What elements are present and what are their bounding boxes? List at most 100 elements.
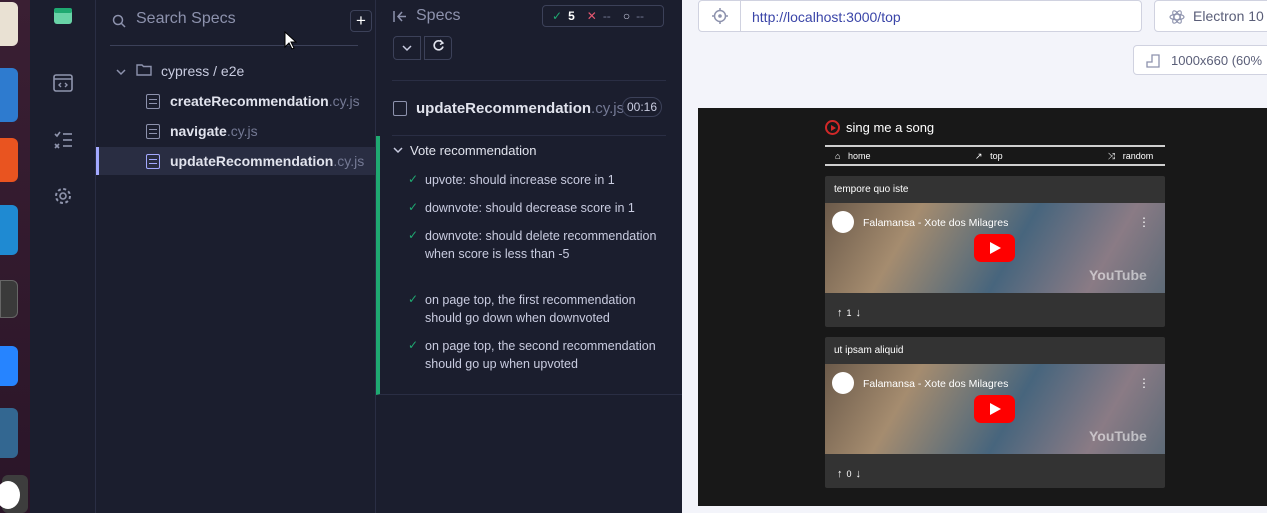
vscode-icon[interactable]: [0, 205, 18, 255]
passed-count: 5: [568, 9, 575, 23]
youtube-embed[interactable]: Falamansa - Xote dos Milagres ⋮ YouTube: [825, 203, 1165, 293]
active-indicator: [96, 147, 99, 175]
folder-icon: [136, 63, 152, 79]
recommendation-title: ut ipsam aliquid: [834, 345, 904, 356]
spec-file-ext: .cy.js: [328, 93, 360, 109]
software-center-icon[interactable]: [0, 138, 18, 182]
url-bar[interactable]: http://localhost:3000/top: [698, 0, 1142, 32]
logo-text: sing me a song: [846, 120, 935, 135]
spec-file-name: navigate: [170, 123, 227, 139]
more-options-icon[interactable]: ⋮: [1138, 376, 1150, 390]
spec-file-ext: .cy.js: [226, 123, 258, 139]
channel-avatar: [832, 372, 854, 394]
expand-all-button[interactable]: [393, 36, 421, 60]
run-duration-badge: 00:16: [622, 97, 662, 117]
recommendation-card: tempore quo iste Falamansa - Xote dos Mi…: [825, 176, 1165, 327]
terminal-icon[interactable]: [0, 280, 18, 318]
recommendation-title: tempore quo iste: [834, 184, 909, 195]
add-spec-button[interactable]: +: [350, 10, 372, 32]
nav-top[interactable]: ↗ top: [975, 151, 1003, 162]
nav-home[interactable]: ⌂ home: [835, 151, 870, 161]
suite-block: Vote recommendation ✓ upvote: should inc…: [376, 136, 682, 395]
vote-controls: ↑ 0 ↓: [837, 468, 861, 480]
upvote-arrow-icon[interactable]: ↑: [837, 468, 843, 480]
document-icon: [393, 101, 407, 116]
writer-app-icon[interactable]: [0, 68, 18, 122]
test-item[interactable]: on page top, the second recommendation s…: [425, 337, 665, 373]
app-nav: ⌂ home ↗ top ⤨ random: [825, 145, 1165, 166]
failed-x-icon: ✕: [586, 9, 597, 23]
run-file-title[interactable]: updateRecommendation.cy.js: [416, 100, 624, 117]
score-value: 0: [846, 469, 852, 479]
app-logo[interactable]: sing me a song: [825, 120, 934, 135]
viewport-text: 1000x660 (60%: [1171, 53, 1263, 68]
spec-file-row-active[interactable]: updateRecommendation .cy.js: [96, 147, 376, 175]
document-icon: [146, 123, 160, 139]
viewport-info[interactable]: 1000x660 (60%: [1133, 45, 1267, 75]
url-text: http://localhost:3000/top: [752, 9, 901, 25]
test-item[interactable]: on page top, the first recommendation sh…: [425, 291, 665, 327]
suite-title[interactable]: Vote recommendation: [410, 143, 536, 158]
channel-avatar: [832, 211, 854, 233]
play-circle-icon: [825, 120, 840, 135]
more-options-icon[interactable]: ⋮: [1138, 215, 1150, 229]
sourcetree-icon[interactable]: [0, 346, 18, 386]
files-app-icon[interactable]: [0, 2, 18, 46]
folder-row[interactable]: cypress / e2e: [96, 57, 376, 85]
runs-list-icon[interactable]: [51, 128, 75, 152]
spec-file-row[interactable]: createRecommendation .cy.js: [96, 87, 376, 115]
specs-list-panel: Search Specs + cypress / e2e createRecom…: [96, 0, 376, 513]
upvote-arrow-icon[interactable]: ↑: [837, 307, 843, 319]
spec-file-row[interactable]: navigate .cy.js: [96, 117, 376, 145]
browser-selector[interactable]: Electron 10: [1154, 0, 1267, 32]
chevron-down-icon: [402, 45, 412, 52]
test-stats: ✓ 5 ✕ -- ○ --: [542, 5, 664, 27]
browser-preview: http://localhost:3000/top Electron 10 10…: [682, 0, 1267, 513]
run-header: updateRecommendation.cy.js 00:16: [392, 80, 666, 136]
electron-icon: [1169, 10, 1185, 24]
play-button-icon[interactable]: [974, 395, 1015, 423]
specs-browser-icon[interactable]: [51, 71, 75, 95]
search-specs-field[interactable]: Search Specs +: [110, 4, 372, 46]
play-button-icon[interactable]: [974, 234, 1015, 262]
document-icon: [146, 93, 160, 109]
cypress-nav-rail: [30, 0, 96, 513]
spec-file-name: updateRecommendation: [170, 153, 334, 169]
cypress-logo-icon[interactable]: [51, 4, 75, 28]
vote-controls: ↑ 1 ↓: [837, 307, 861, 319]
cypress-app-icon[interactable]: [0, 475, 28, 513]
pass-check-icon: ✓: [408, 172, 419, 186]
mouse-cursor-icon: [284, 31, 297, 50]
rerun-button[interactable]: [424, 36, 452, 60]
test-item[interactable]: downvote: should decrease score in 1: [425, 199, 665, 217]
test-item[interactable]: downvote: should delete recommendation w…: [425, 227, 665, 263]
specs-collapse-icon[interactable]: [393, 10, 407, 23]
settings-gear-icon[interactable]: [51, 184, 75, 208]
youtube-logo: YouTube: [1089, 428, 1147, 444]
ruler-icon: [1146, 54, 1160, 68]
failed-count: --: [602, 9, 611, 23]
reporter-title[interactable]: Specs: [416, 7, 460, 25]
home-icon: ⌂: [835, 151, 841, 161]
cypress-app-glyph: [0, 481, 20, 509]
nav-random[interactable]: ⤨ random: [1108, 151, 1153, 162]
downvote-arrow-icon[interactable]: ↓: [856, 468, 862, 480]
folder-label: cypress / e2e: [161, 63, 245, 79]
recommendation-card: ut ipsam aliquid Falamansa - Xote dos Mi…: [825, 337, 1165, 488]
pending-count: --: [636, 9, 645, 23]
selector-playground-button[interactable]: [699, 1, 741, 31]
pass-check-icon: ✓: [408, 200, 419, 214]
video-title: Falamansa - Xote dos Milagres: [863, 217, 1009, 229]
postgres-icon[interactable]: [0, 408, 18, 458]
chevron-down-icon: [116, 63, 126, 79]
chevron-down-icon[interactable]: [393, 146, 403, 154]
pass-check-icon: ✓: [408, 292, 419, 306]
test-item[interactable]: upvote: should increase score in 1: [425, 171, 665, 189]
reporter-panel: Specs ✓ 5 ✕ -- ○ -- updateRecommendation…: [376, 0, 682, 513]
youtube-embed[interactable]: Falamansa - Xote dos Milagres ⋮ YouTube: [825, 364, 1165, 454]
search-input[interactable]: Search Specs: [136, 10, 236, 28]
document-icon: [146, 153, 160, 169]
downvote-arrow-icon[interactable]: ↓: [856, 307, 862, 319]
spec-file-name: createRecommendation: [170, 93, 329, 109]
pass-check-icon: ✓: [408, 338, 419, 352]
